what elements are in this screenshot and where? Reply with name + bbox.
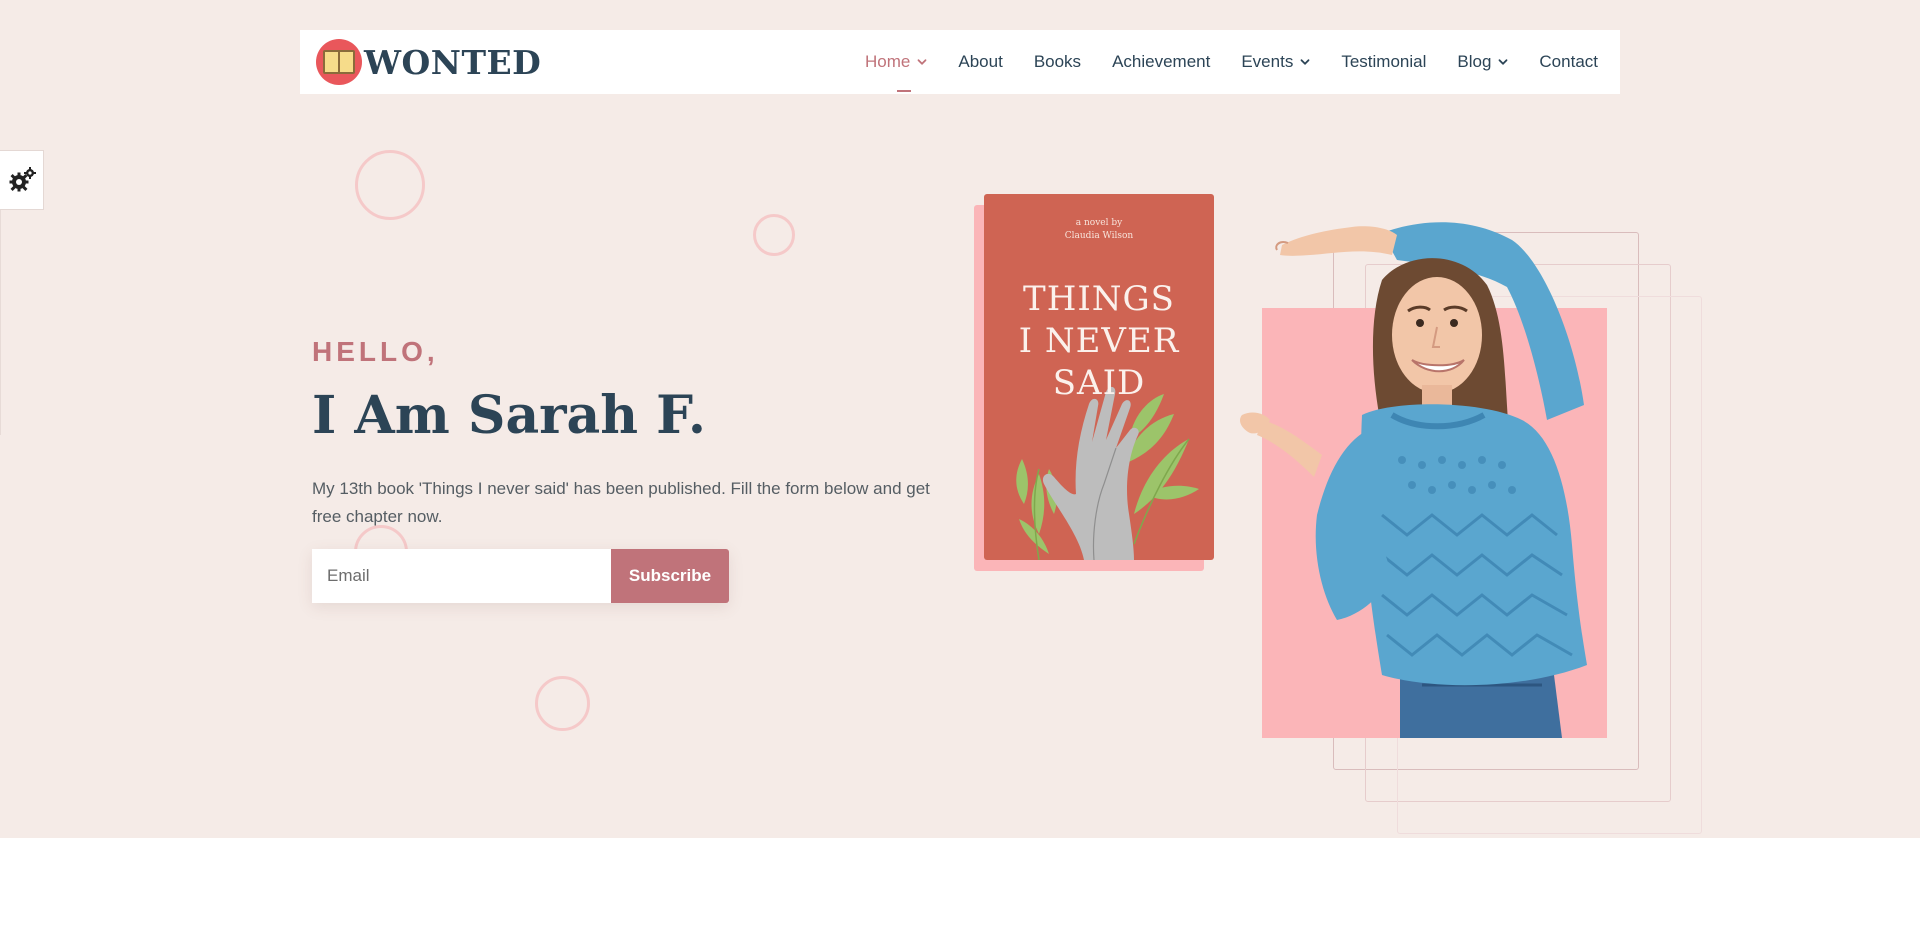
- decor-circle: [355, 150, 425, 220]
- book-byline: a novel by Claudia Wilson: [1064, 218, 1134, 241]
- decor-circle: [753, 214, 795, 256]
- hero-description: My 13th book 'Things I never said' has b…: [312, 479, 930, 526]
- nav-item-achievement[interactable]: Achievement: [1112, 52, 1210, 72]
- nav-item-blog[interactable]: Blog: [1457, 52, 1508, 72]
- decor-circle: [535, 676, 590, 731]
- subscribe-button[interactable]: Subscribe: [611, 549, 729, 603]
- subscribe-form: Subscribe: [312, 549, 729, 603]
- nav-item-contact[interactable]: Contact: [1539, 52, 1598, 72]
- site-header: WONTED Home About Books Achievement Even…: [300, 30, 1620, 94]
- author-portrait: [1239, 222, 1587, 738]
- nav-item-testimonial[interactable]: Testimonial: [1341, 52, 1426, 72]
- open-book-icon: [316, 39, 362, 85]
- main-nav: Home About Books Achievement Events Test…: [865, 30, 1598, 94]
- nav-item-label: Testimonial: [1341, 52, 1427, 71]
- settings-toggle[interactable]: [0, 150, 44, 210]
- book-title: THINGS I NEVER SAID: [1018, 279, 1180, 403]
- nav-item-label: Contact: [1539, 52, 1598, 71]
- nav-item-books[interactable]: Books: [1034, 52, 1081, 72]
- nav-item-label: About: [958, 52, 1003, 71]
- nav-item-label: Home: [865, 52, 911, 71]
- chevron-down-icon: [917, 59, 927, 65]
- nav-item-label: Books: [1033, 52, 1082, 71]
- hero-heading: I Am Sarah F.: [312, 385, 706, 446]
- chevron-down-icon: [1300, 59, 1310, 65]
- nav-item-home[interactable]: Home: [865, 52, 927, 92]
- nav-item-label: Events: [1241, 52, 1294, 71]
- email-input[interactable]: [312, 549, 611, 603]
- side-divider: [0, 210, 1, 435]
- nav-item-label: Achievement: [1112, 52, 1211, 71]
- hero-section: WONTED Home About Books Achievement Even…: [0, 0, 1920, 838]
- chevron-down-icon: [1499, 59, 1508, 65]
- nav-item-label: Blog: [1457, 52, 1492, 71]
- brand-name: WONTED: [364, 42, 542, 82]
- book-cover[interactable]: a novel by Claudia Wilson THINGS I NEVER…: [984, 194, 1214, 560]
- nav-item-about[interactable]: About: [958, 52, 1002, 72]
- logo[interactable]: WONTED: [316, 39, 541, 85]
- nav-item-events[interactable]: Events: [1241, 52, 1310, 72]
- hero-greeting: HELLO,: [312, 336, 439, 367]
- gears-icon: [9, 167, 36, 192]
